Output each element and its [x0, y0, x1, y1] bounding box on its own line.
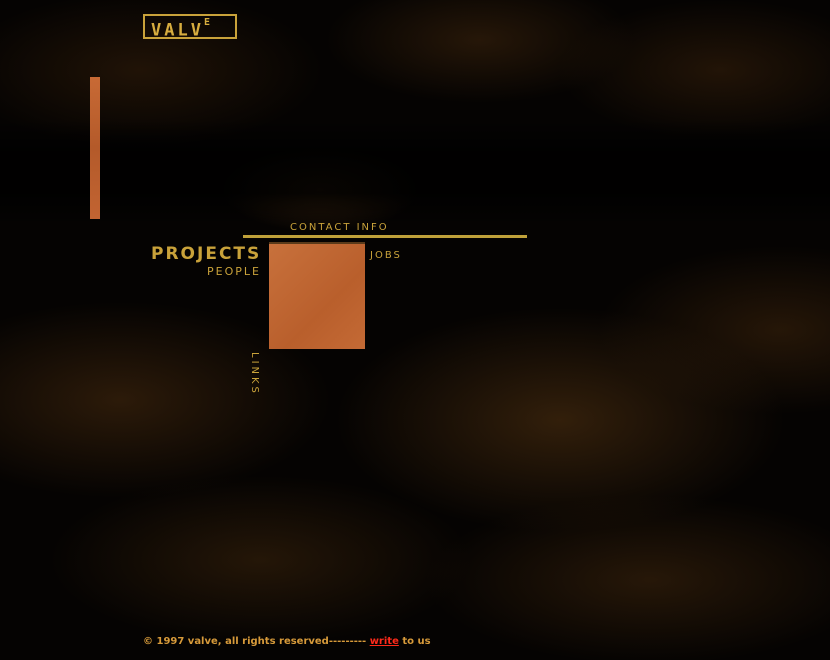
valve-logo[interactable]: VALVE — [143, 14, 237, 41]
background-shadow-band — [0, 120, 830, 225]
nav-contact-info[interactable]: CONTACT INFO — [290, 222, 389, 233]
footer-suffix: to us — [402, 636, 431, 647]
write-link[interactable]: write — [370, 636, 399, 647]
nav-people[interactable]: PEOPLE — [207, 265, 261, 278]
background-image — [0, 0, 830, 660]
copyright-text: © 1997 valve, all rights reserved-------… — [143, 636, 367, 647]
nav-links[interactable]: LINKS — [249, 352, 260, 396]
nav-jobs[interactable]: JOBS — [370, 250, 402, 261]
logo-text: VALV — [151, 20, 204, 41]
nav-projects[interactable]: PROJECTS — [151, 244, 261, 264]
logo-superscript: E — [203, 17, 210, 28]
rust-vertical-bar — [90, 77, 100, 219]
gold-divider-line — [243, 235, 527, 238]
rust-center-square — [269, 242, 365, 349]
footer: © 1997 valve, all rights reserved-------… — [143, 636, 431, 647]
